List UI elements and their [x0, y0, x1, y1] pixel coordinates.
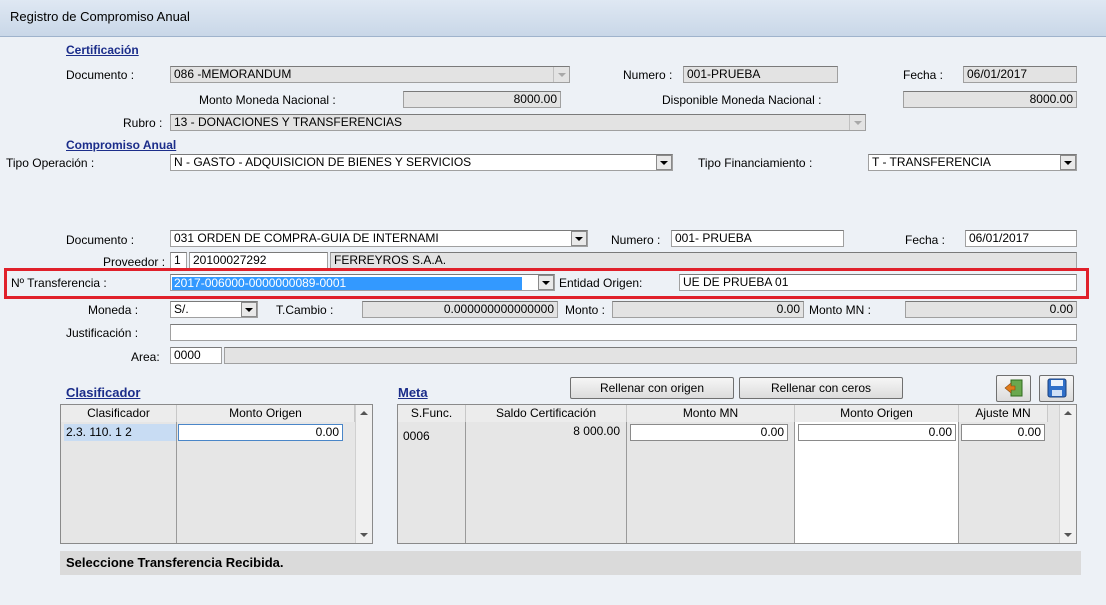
exit-door-icon [1004, 379, 1022, 397]
saldo-certificacion-col-header[interactable]: Saldo Certificación [466, 405, 627, 422]
scroll-down-icon[interactable] [1064, 533, 1072, 537]
transferencia-select[interactable]: 2017-006000-0000000089-0001 [170, 274, 555, 291]
exit-door-button[interactable] [996, 375, 1031, 402]
justificacion-field[interactable] [170, 324, 1077, 341]
meta-grid[interactable]: S.Func. Saldo Certificación Monto MN Mon… [397, 404, 1077, 544]
table-row-cell-monto-origen[interactable]: 0.00 [798, 424, 956, 441]
table-row-cell-sfunc[interactable]: 0006 [403, 429, 430, 443]
chevron-down-icon[interactable] [656, 155, 672, 170]
area-code-field[interactable]: 0000 [170, 347, 222, 364]
justificacion-label: Justificación : [66, 326, 139, 340]
proveedor-nombre-field: FERREYROS S.A.A. [330, 252, 1077, 269]
tipo-operacion-value: N - GASTO - ADQUISICION DE BIENES Y SERV… [174, 155, 472, 169]
monto-mn-col-header[interactable]: Monto MN [627, 405, 795, 422]
column-divider [465, 422, 466, 543]
cert-documento-select[interactable]: 086 -MEMORANDUM [170, 66, 570, 83]
scroll-down-icon[interactable] [360, 533, 368, 537]
moneda-label: Moneda : [88, 303, 139, 317]
area-label: Area: [131, 350, 160, 364]
chevron-down-icon[interactable] [553, 67, 569, 82]
meta-section-label: Meta [398, 385, 428, 400]
area-desc-field [224, 347, 1077, 364]
save-button[interactable] [1039, 375, 1074, 402]
cert-monto-label: Monto Moneda Nacional : [199, 93, 336, 107]
table-row-cell-monto-mn[interactable]: 0.00 [630, 424, 788, 441]
cert-documento-label: Documento : [66, 68, 135, 82]
sfunc-col-header[interactable]: S.Func. [398, 405, 466, 422]
tipo-operacion-select[interactable]: N - GASTO - ADQUISICION DE BIENES Y SERV… [170, 154, 673, 171]
moneda-select[interactable]: S/. [170, 301, 258, 318]
cert-rubro-select[interactable]: 13 - DONACIONES Y TRANSFERENCIAS [170, 114, 866, 131]
entidad-origen-field[interactable]: UE DE PRUEBA 01 [679, 274, 1077, 291]
cert-numero-label: Numero : [623, 68, 673, 82]
clasificador-col-header[interactable]: Clasificador [61, 405, 177, 422]
window-title: Registro de Compromiso Anual [10, 9, 190, 24]
comp-numero-label: Numero : [611, 233, 661, 247]
chevron-down-icon[interactable] [1060, 155, 1076, 170]
cert-disponible-label: Disponible Moneda Nacional : [662, 93, 822, 107]
title-bar: Registro de Compromiso Anual [0, 0, 1106, 37]
cert-fecha-field[interactable]: 06/01/2017 [963, 66, 1077, 83]
cert-monto-field[interactable]: 8000.00 [403, 91, 561, 108]
comp-documento-value: 031 ORDEN DE COMPRA-GUIA DE INTERNAMI [174, 231, 439, 245]
status-message: Seleccione Transferencia Recibida. [60, 551, 1081, 575]
cert-disponible-field[interactable]: 8000.00 [903, 91, 1077, 108]
moneda-value: S/. [174, 302, 189, 316]
scroll-up-icon[interactable] [1064, 411, 1072, 415]
proveedor-ruc-field[interactable]: 20100027292 [189, 252, 328, 269]
comp-documento-label: Documento : [66, 233, 135, 247]
scroll-up-icon[interactable] [360, 411, 368, 415]
monto-origen-col-header[interactable]: Monto Origen [795, 405, 959, 422]
tcambio-field[interactable]: 0.000000000000000 [362, 301, 558, 318]
clasificador-scrollbar[interactable] [355, 405, 372, 543]
tcambio-label: T.Cambio : [276, 303, 334, 317]
comp-numero-field[interactable]: 001- PRUEBA [671, 230, 844, 247]
rellenar-con-origen-button[interactable]: Rellenar con origen [570, 377, 734, 399]
cert-rubro-label: Rubro : [123, 116, 163, 130]
entidad-origen-label: Entidad Origen: [559, 276, 643, 290]
table-row-cell-clasificador[interactable]: 2.3. 110. 1 2 [64, 424, 176, 441]
monto-origen-col-header[interactable]: Monto Origen [177, 405, 355, 422]
meta-scrollbar[interactable] [1059, 405, 1076, 543]
transferencia-value: 2017-006000-0000000089-0001 [172, 277, 522, 290]
certificacion-section-label: Certificación [66, 43, 139, 57]
transferencia-label: Nº Transferencia : [11, 276, 107, 290]
table-row-cell-ajuste-mn[interactable]: 0.00 [961, 424, 1045, 441]
comp-fecha-field[interactable]: 06/01/2017 [965, 230, 1077, 247]
ajuste-mn-col-header[interactable]: Ajuste MN [959, 405, 1048, 422]
tipo-financiamiento-label: Tipo Financiamiento : [698, 156, 813, 170]
column-divider [626, 422, 627, 543]
clasificador-section-label: Clasificador [66, 385, 141, 400]
monto-mn-label: Monto MN : [809, 303, 872, 317]
compromiso-section-label: Compromiso Anual [66, 138, 177, 152]
monto-label: Monto : [565, 303, 606, 317]
column-divider [176, 422, 177, 543]
chevron-down-icon[interactable] [241, 302, 257, 317]
tipo-financiamiento-select[interactable]: T - TRANSFERENCIA [868, 154, 1077, 171]
rellenar-con-ceros-button[interactable]: Rellenar con ceros [739, 377, 903, 399]
tipo-financiamiento-value: T - TRANSFERENCIA [872, 155, 991, 169]
comp-fecha-label: Fecha : [905, 233, 946, 247]
proveedor-label: Proveedor : [103, 255, 166, 269]
monto-mn-field[interactable]: 0.00 [905, 301, 1077, 318]
table-row-cell-saldo[interactable]: 8 000.00 [466, 424, 620, 438]
column-divider [958, 422, 959, 543]
cert-numero-field[interactable]: 001-PRUEBA [683, 66, 838, 83]
registro-compromiso-window: Registro de Compromiso Anual Certificaci… [0, 0, 1106, 605]
cert-documento-value: 086 -MEMORANDUM [174, 67, 292, 81]
comp-documento-select[interactable]: 031 ORDEN DE COMPRA-GUIA DE INTERNAMI [170, 230, 588, 247]
monto-field[interactable]: 0.00 [612, 301, 804, 318]
proveedor-tipo-field[interactable]: 1 [170, 252, 187, 269]
chevron-down-icon[interactable] [571, 231, 587, 246]
tipo-operacion-label: Tipo Operación : [6, 156, 95, 170]
floppy-disk-icon [1047, 378, 1066, 398]
clasificador-grid[interactable]: Clasificador Monto Origen 2.3. 110. 1 2 … [60, 404, 373, 544]
chevron-down-icon[interactable] [849, 115, 865, 130]
table-row-cell-monto-origen[interactable]: 0.00 [178, 424, 343, 441]
cert-fecha-label: Fecha : [903, 68, 944, 82]
chevron-down-icon[interactable] [538, 275, 554, 290]
cert-rubro-value: 13 - DONACIONES Y TRANSFERENCIAS [174, 115, 403, 129]
